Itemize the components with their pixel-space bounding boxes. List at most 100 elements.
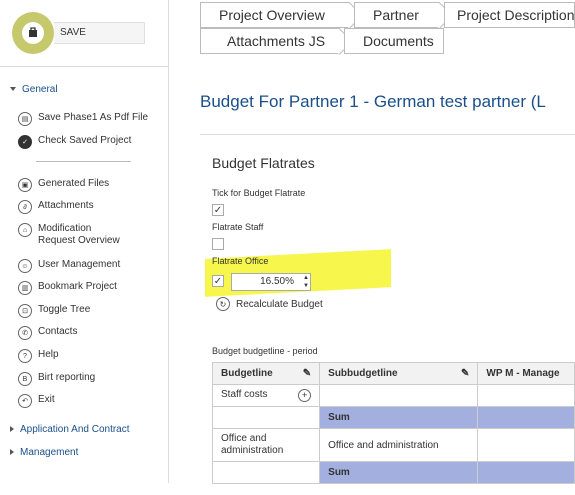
cell-text: Office and administration xyxy=(221,433,284,456)
sidebar-item-user-management[interactable]: ☺ User Management xyxy=(18,259,120,273)
cell-wp xyxy=(477,461,575,484)
sidebar-item-help[interactable]: ? Help xyxy=(18,349,59,363)
sidebar-item-label: Check Saved Project xyxy=(38,135,132,146)
cell-text: Office and administration xyxy=(328,439,439,451)
help-icon: ? xyxy=(18,349,32,363)
table-row-sum: Sum xyxy=(211,461,575,484)
tab-project-overview[interactable]: Project Overview xyxy=(200,2,350,28)
table-row: Office and administration Office and adm… xyxy=(211,428,575,462)
budget-table: Budgetline ✎ Subbudgetline ✎ WP M - Manage… xyxy=(211,362,575,484)
sidebar-item-exit[interactable]: ↶ Exit xyxy=(18,394,55,408)
cell-wp xyxy=(477,428,575,462)
caret-down-icon xyxy=(10,87,16,92)
header-wp[interactable]: WP M - Manage xyxy=(477,362,575,385)
section-general[interactable]: General xyxy=(10,84,58,95)
cell-text: Sum xyxy=(328,412,350,423)
office-percent-input[interactable]: 16.50% xyxy=(231,273,311,291)
tab-label: Documents xyxy=(363,33,434,49)
user-icon: ☺ xyxy=(18,259,32,273)
print-icon: ▤ xyxy=(18,112,32,126)
tab-label: Attachments JS xyxy=(227,33,326,49)
table-caption: Budget budgetline - period xyxy=(212,346,318,356)
check-circle-icon: ✓ xyxy=(18,135,32,149)
cell-budgetline: Office and administration xyxy=(211,428,321,462)
sidebar-separator xyxy=(36,161,131,162)
table-row-sum: Sum xyxy=(211,406,575,429)
header-budgetline[interactable]: Budgetline ✎ xyxy=(211,362,321,385)
cell-budgetline xyxy=(211,461,321,484)
header-label: Subbudgetline xyxy=(328,368,398,379)
tab-label: Partner xyxy=(373,7,419,23)
save-label[interactable]: SAVE xyxy=(60,27,86,38)
sidebar-item-label: Generated Files xyxy=(38,178,110,189)
tab-documents[interactable]: Documents xyxy=(344,28,444,54)
cell-sub: Sum xyxy=(319,406,479,429)
cell-wp xyxy=(477,406,575,429)
sidebar-item-label: Birt reporting xyxy=(38,372,96,383)
sidebar-item-birt[interactable]: B Birt reporting xyxy=(18,372,95,386)
tab-label: Project Overview xyxy=(219,7,325,23)
cell-sub: Office and administration xyxy=(319,428,479,462)
section-management-label: Management xyxy=(20,447,79,458)
header-label: WP M - Manage xyxy=(486,368,560,379)
section-management[interactable]: Management xyxy=(10,447,78,458)
edit-icon[interactable]: ✎ xyxy=(461,368,469,379)
tab-label: Project Description xyxy=(457,7,575,23)
sidebar-item-generated-files[interactable]: ▣ Generated Files xyxy=(18,178,109,192)
phone-icon: ✆ xyxy=(18,326,32,340)
sidebar-item-modification-request[interactable]: ⌂ Modification Request Overview xyxy=(18,223,128,247)
sidebar-item-contacts[interactable]: ✆ Contacts xyxy=(18,326,77,340)
sidebar-item-attachments[interactable]: ∂ Attachments xyxy=(18,200,94,214)
cell-sub: Sum xyxy=(319,461,479,484)
report-icon: B xyxy=(18,372,32,386)
sidebar-item-bookmark[interactable]: ▥ Bookmark Project xyxy=(18,281,117,295)
recalculate-button[interactable]: ↻ Recalculate Budget xyxy=(216,297,323,311)
page-title: Budget For Partner 1 - German test partn… xyxy=(200,92,546,111)
cell-sub xyxy=(319,384,479,407)
cell-budgetline: Staff costs + xyxy=(211,384,321,407)
sidebar-item-save-pdf[interactable]: ▤ Save Phase1 As Pdf File xyxy=(18,112,148,126)
caret-right-icon xyxy=(10,426,14,433)
section-application[interactable]: Application And Contract xyxy=(10,424,130,435)
office-label: Flatrate Office xyxy=(212,256,269,266)
sidebar-item-label: Modification Request Overview xyxy=(38,223,120,246)
cell-wp xyxy=(477,384,575,407)
staff-checkbox[interactable] xyxy=(212,238,224,250)
file-icon: ▣ xyxy=(18,178,32,192)
bank-icon: ⌂ xyxy=(18,223,32,237)
add-icon[interactable]: + xyxy=(298,389,312,402)
table-row: Staff costs + xyxy=(211,384,575,407)
paperclip-icon: ∂ xyxy=(18,200,32,214)
cell-text: Sum xyxy=(328,467,350,478)
sidebar-item-check-saved[interactable]: ✓ Check Saved Project xyxy=(18,135,131,149)
sidebar-item-label: User Management xyxy=(38,259,121,270)
percent-stepper[interactable]: ▲ ▼ xyxy=(302,274,310,290)
cell-budgetline xyxy=(211,406,321,429)
edit-icon[interactable]: ✎ xyxy=(303,368,311,379)
tick-label: Tick for Budget Flatrate xyxy=(212,188,306,198)
staff-label: Flatrate Staff xyxy=(212,222,264,232)
header-label: Budgetline xyxy=(221,368,273,379)
sidebar-item-label: Bookmark Project xyxy=(38,281,117,292)
recalculate-label: Recalculate Budget xyxy=(236,298,323,310)
office-checkbox[interactable]: ✓ xyxy=(212,275,224,287)
section-title: Budget Flatrates xyxy=(212,155,315,171)
exit-icon: ↶ xyxy=(18,394,32,408)
table-header-row: Budgetline ✎ Subbudgetline ✎ WP M - Manage xyxy=(211,362,575,385)
tick-checkbox[interactable]: ✓ xyxy=(212,204,224,216)
sidebar-item-label: Contacts xyxy=(38,326,78,337)
sidebar-item-label: Attachments xyxy=(38,200,94,211)
tab-project-description[interactable]: Project Description xyxy=(444,2,575,28)
sidebar-item-toggle-tree[interactable]: ⊡ Toggle Tree xyxy=(18,304,90,318)
sidebar-item-label: Save Phase1 As Pdf File xyxy=(38,112,149,123)
tab-attachments-js[interactable]: Attachments JS xyxy=(200,28,340,54)
header-subbudgetline[interactable]: Subbudgetline ✎ xyxy=(319,362,479,385)
sidebar-item-label: Toggle Tree xyxy=(38,304,91,315)
sidebar: SAVE General ▤ Save Phase1 As Pdf File ✓ C… xyxy=(0,0,169,483)
sidebar-divider xyxy=(0,66,168,67)
refresh-icon: ↻ xyxy=(216,297,230,311)
sidebar-item-label: Exit xyxy=(38,394,55,405)
save-icon[interactable] xyxy=(22,22,44,44)
tree-icon: ⊡ xyxy=(18,304,32,318)
sidebar-item-label: Help xyxy=(38,349,59,360)
